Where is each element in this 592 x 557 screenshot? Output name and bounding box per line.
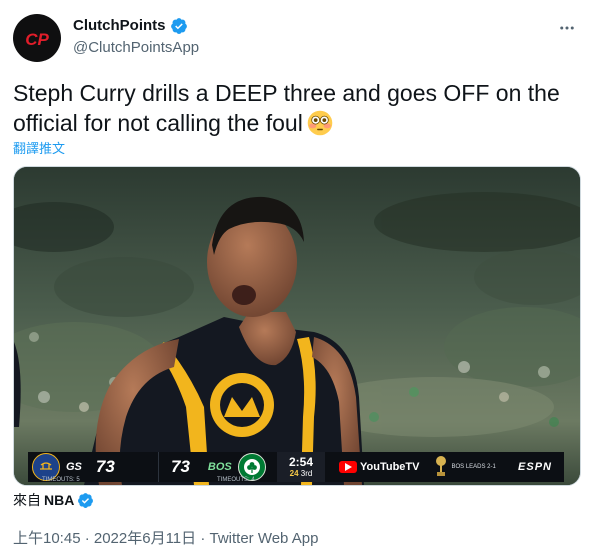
flushed-face-emoji-icon [307,110,333,136]
author-handle[interactable]: @ClutchPointsApp [73,38,199,58]
author-names: ClutchPoints @ClutchPointsApp [73,16,199,58]
game-clock-box: 2:54 24 3rd [277,452,325,482]
home-team: 73 BOS TIMEOUTS: 4 [158,452,277,483]
bridge-icon [38,459,54,475]
source-account-link[interactable]: NBA [44,492,74,508]
away-team: GS 73 TIMEOUTS: 5 [28,452,158,483]
video-frame [14,167,580,485]
series-status: BOS LEADS 2-1 [435,452,496,482]
tweet-body: Steph Curry drills a DEEP three and goes… [13,80,560,136]
author-display-name-row[interactable]: ClutchPoints [73,16,199,36]
tweet-text: Steph Curry drills a DEEP three and goes… [13,78,573,138]
shot-clock-and-quarter: 24 3rd [290,469,313,479]
network-logo: ESPN [518,461,552,473]
more-icon [560,26,574,30]
game-clock: 2:54 [288,454,314,469]
shamrock-icon [243,459,260,475]
scoreboard: GS 73 TIMEOUTS: 5 73 BOS TIMEOUTS: 4 2:5… [28,452,564,483]
tweet-timestamp[interactable]: 上午10:45 · 2022年6月11日 · Twitter Web App [13,527,318,548]
more-options-button[interactable] [555,16,579,40]
video-player[interactable]: GS 73 TIMEOUTS: 5 73 BOS TIMEOUTS: 4 2:5… [13,166,581,486]
clutchpoints-logo: CP [18,30,56,49]
away-team-abbr: GS [66,461,82,473]
source-prefix: 來自 [13,492,41,508]
quarter: 3rd [300,468,313,478]
verified-badge-icon [78,492,94,508]
sponsor-name: YouTubeTV [360,461,420,473]
translate-tweet-link[interactable]: 翻譯推文 [13,138,65,157]
source-line: 來自 NBA [13,490,94,510]
avatar[interactable]: CP [13,14,61,62]
series-status-text: BOS LEADS 2-1 [451,464,496,470]
home-timeouts: TIMEOUTS: 4 [217,477,255,483]
home-team-abbr: BOS [207,461,232,473]
away-timeouts: TIMEOUTS: 5 [42,477,80,483]
home-team-score: 73 [171,457,190,476]
away-team-score: 73 [95,457,115,476]
trophy-icon [436,456,447,476]
svg-text:CP: CP [25,30,49,49]
author-display-name[interactable]: ClutchPoints [73,16,166,36]
sponsor: YouTubeTV [339,452,419,482]
tweet-header: CP ClutchPoints @ClutchPointsApp [13,14,579,64]
shot-clock: 24 [289,468,299,478]
verified-badge-icon [170,18,187,34]
youtube-play-icon [339,461,357,473]
